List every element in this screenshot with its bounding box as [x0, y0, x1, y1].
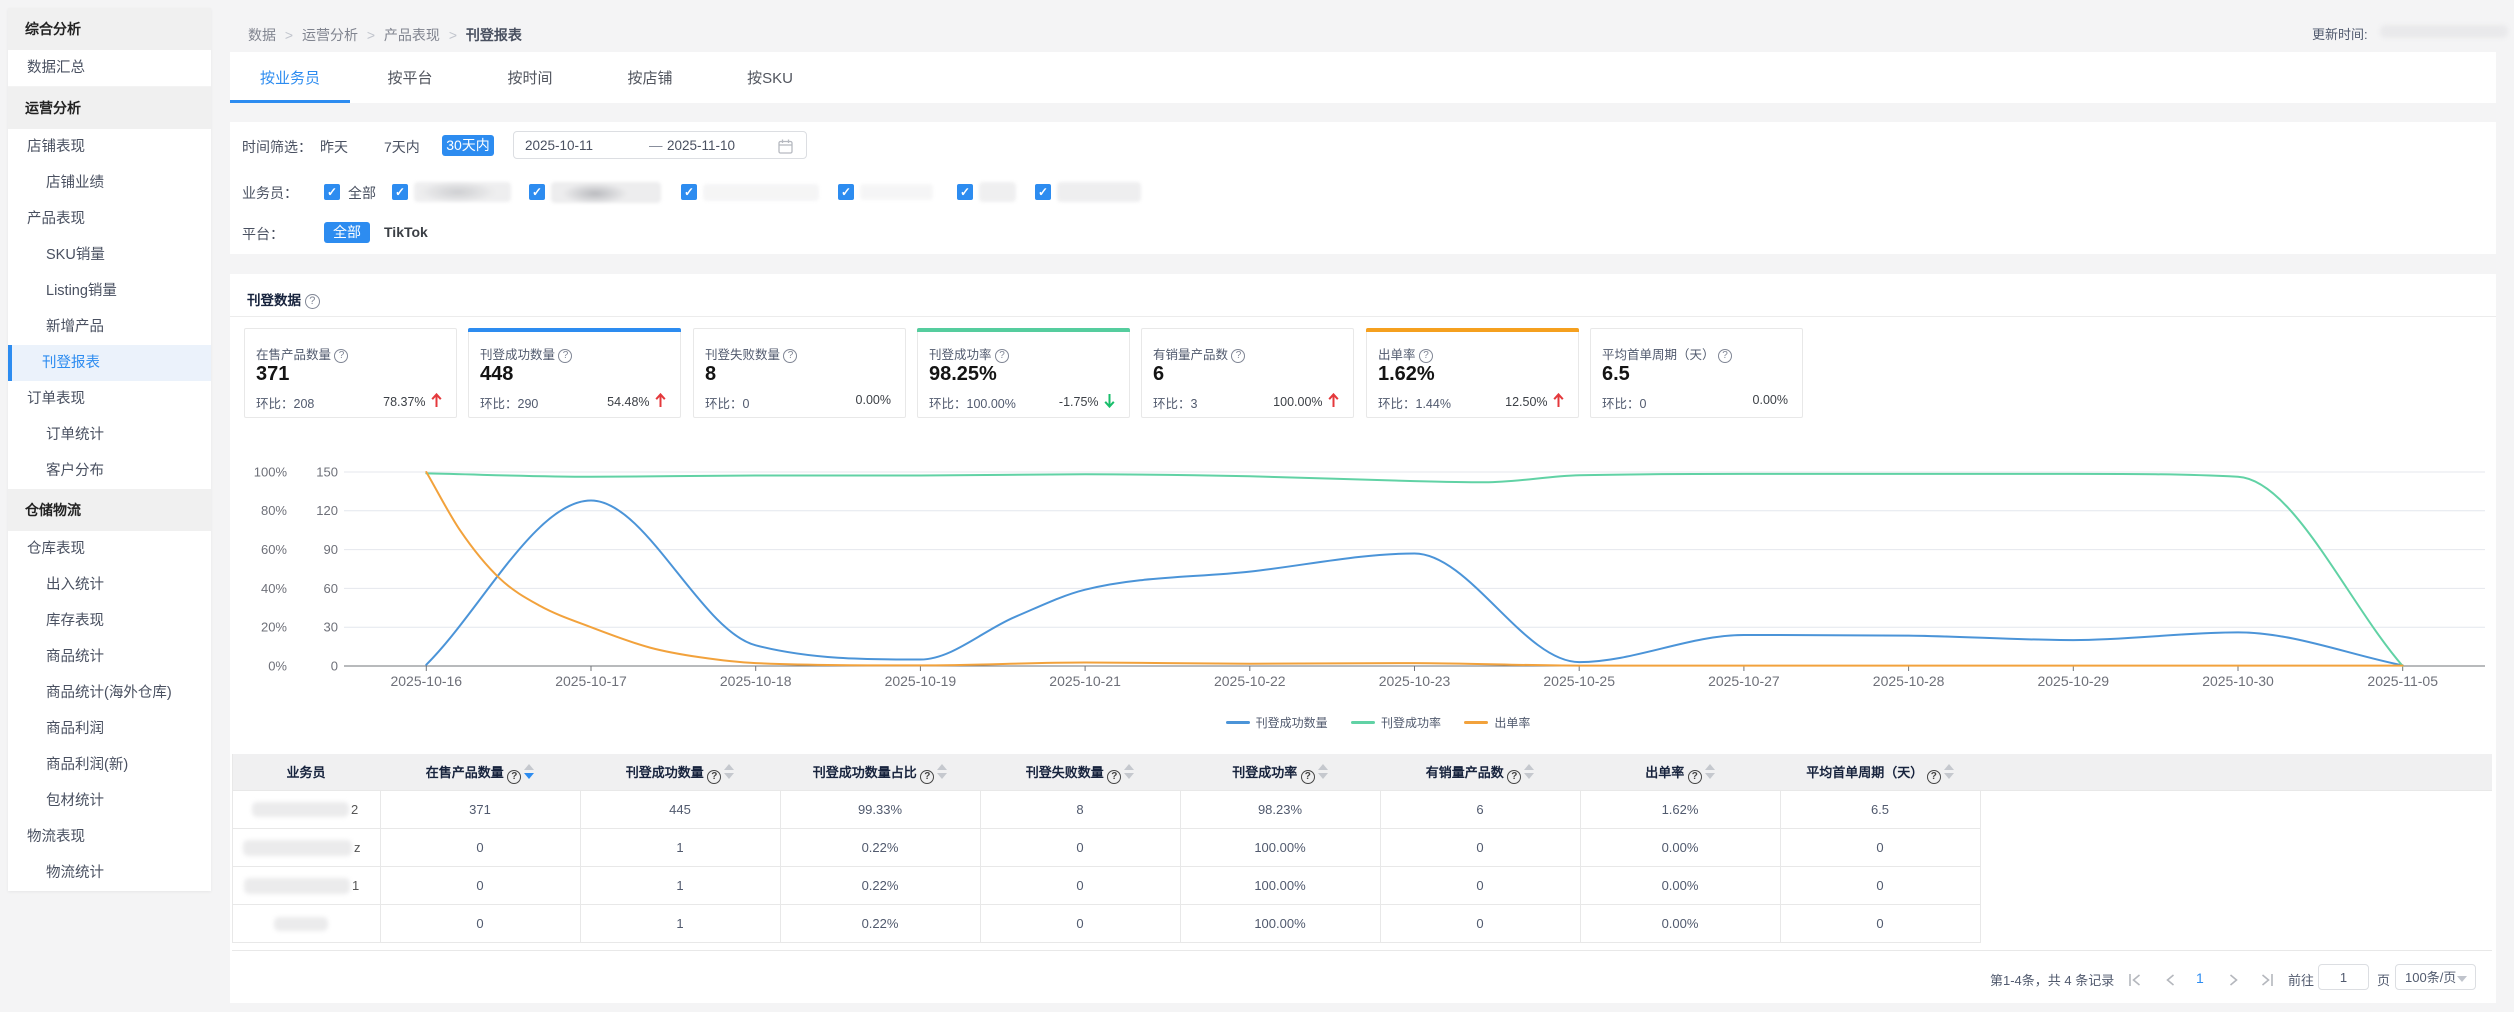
svg-text:2025-10-28: 2025-10-28: [1873, 673, 1945, 689]
svg-text:2025-11-05: 2025-11-05: [2367, 673, 2438, 689]
svg-text:100%: 100%: [254, 464, 288, 479]
svg-text:120: 120: [316, 503, 338, 518]
svg-text:2025-10-19: 2025-10-19: [885, 673, 957, 689]
svg-text:40%: 40%: [261, 581, 287, 596]
svg-text:2025-10-25: 2025-10-25: [1543, 673, 1615, 689]
svg-text:60: 60: [324, 581, 338, 596]
svg-text:80%: 80%: [261, 503, 287, 518]
svg-text:2025-10-16: 2025-10-16: [390, 673, 462, 689]
svg-text:0%: 0%: [268, 658, 287, 673]
svg-text:30: 30: [324, 620, 338, 635]
svg-text:2025-10-30: 2025-10-30: [2202, 673, 2274, 689]
svg-text:0: 0: [331, 658, 338, 673]
svg-text:2025-10-21: 2025-10-21: [1049, 673, 1121, 689]
svg-text:2025-10-18: 2025-10-18: [720, 673, 792, 689]
svg-text:150: 150: [316, 464, 338, 479]
svg-text:2025-10-27: 2025-10-27: [1708, 673, 1780, 689]
svg-text:2025-10-22: 2025-10-22: [1214, 673, 1286, 689]
svg-text:20%: 20%: [261, 620, 287, 635]
svg-text:60%: 60%: [261, 542, 287, 557]
svg-text:2025-10-17: 2025-10-17: [555, 673, 627, 689]
svg-text:90: 90: [324, 542, 338, 557]
svg-text:2025-10-29: 2025-10-29: [2037, 673, 2109, 689]
svg-text:2025-10-23: 2025-10-23: [1379, 673, 1451, 689]
